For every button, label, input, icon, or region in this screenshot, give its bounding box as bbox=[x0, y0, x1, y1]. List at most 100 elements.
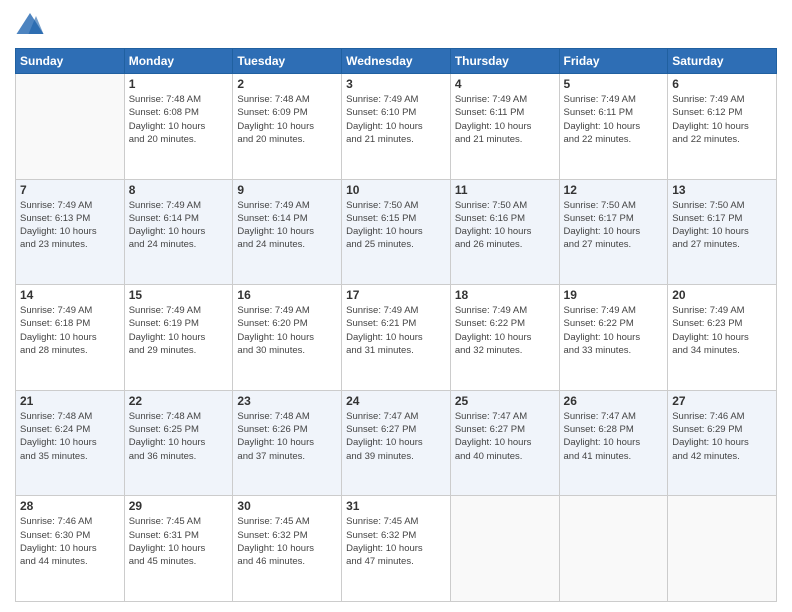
day-number: 25 bbox=[455, 394, 555, 408]
day-info: Sunrise: 7:49 AM Sunset: 6:21 PM Dayligh… bbox=[346, 304, 446, 357]
weekday-saturday: Saturday bbox=[668, 49, 777, 74]
calendar-cell: 14 Sunrise: 7:49 AM Sunset: 6:18 PM Dayli… bbox=[16, 285, 125, 391]
calendar-cell bbox=[559, 496, 668, 602]
weekday-friday: Friday bbox=[559, 49, 668, 74]
calendar-cell: 8Sunrise: 7:49 AM Sunset: 6:14 PM Daylig… bbox=[124, 179, 233, 285]
calendar-cell bbox=[16, 74, 125, 180]
day-info: Sunrise: 7:49 AM Sunset: 6:18 PM Dayligh… bbox=[20, 304, 120, 357]
calendar-week-row: 21 Sunrise: 7:48 AM Sunset: 6:24 PM Dayli… bbox=[16, 390, 777, 496]
calendar-cell: 18Sunrise: 7:49 AM Sunset: 6:22 PM Dayli… bbox=[450, 285, 559, 391]
calendar-cell bbox=[668, 496, 777, 602]
calendar-cell: 29 Sunrise: 7:45 AM Sunset: 6:31 PM Dayli… bbox=[124, 496, 233, 602]
calendar-cell bbox=[450, 496, 559, 602]
day-info: Sunrise: 7:48 AM Sunset: 6:25 PM Dayligh… bbox=[129, 410, 229, 463]
day-number: 20 bbox=[672, 288, 772, 302]
calendar-cell: 1 Sunrise: 7:48 AM Sunset: 6:08 PM Daylig… bbox=[124, 74, 233, 180]
day-info: Sunrise: 7:49 AM Sunset: 6:10 PM Dayligh… bbox=[346, 93, 446, 146]
day-info: Sunrise: 7:50 AM Sunset: 6:17 PM Dayligh… bbox=[672, 199, 772, 252]
calendar-cell: 30Sunrise: 7:45 AM Sunset: 6:32 PM Dayli… bbox=[233, 496, 342, 602]
calendar-cell: 16 Sunrise: 7:49 AM Sunset: 6:20 PM Dayli… bbox=[233, 285, 342, 391]
calendar-cell: 25 Sunrise: 7:47 AM Sunset: 6:27 PM Dayli… bbox=[450, 390, 559, 496]
day-number: 15 bbox=[129, 288, 229, 302]
page: SundayMondayTuesdayWednesdayThursdayFrid… bbox=[0, 0, 792, 612]
day-number: 16 bbox=[237, 288, 337, 302]
calendar-cell: 6 Sunrise: 7:49 AM Sunset: 6:12 PM Daylig… bbox=[668, 74, 777, 180]
day-info: Sunrise: 7:48 AM Sunset: 6:24 PM Dayligh… bbox=[20, 410, 120, 463]
calendar-cell: 10 Sunrise: 7:50 AM Sunset: 6:15 PM Dayli… bbox=[342, 179, 451, 285]
day-number: 22 bbox=[129, 394, 229, 408]
day-info: Sunrise: 7:49 AM Sunset: 6:19 PM Dayligh… bbox=[129, 304, 229, 357]
day-number: 11 bbox=[455, 183, 555, 197]
calendar-week-row: 28Sunrise: 7:46 AM Sunset: 6:30 PM Dayli… bbox=[16, 496, 777, 602]
day-info: Sunrise: 7:47 AM Sunset: 6:27 PM Dayligh… bbox=[346, 410, 446, 463]
calendar-table: SundayMondayTuesdayWednesdayThursdayFrid… bbox=[15, 48, 777, 602]
weekday-tuesday: Tuesday bbox=[233, 49, 342, 74]
logo bbox=[15, 10, 49, 40]
calendar-cell: 11 Sunrise: 7:50 AM Sunset: 6:16 PM Dayli… bbox=[450, 179, 559, 285]
calendar-cell: 21 Sunrise: 7:48 AM Sunset: 6:24 PM Dayli… bbox=[16, 390, 125, 496]
calendar-cell: 24 Sunrise: 7:47 AM Sunset: 6:27 PM Dayli… bbox=[342, 390, 451, 496]
day-info: Sunrise: 7:48 AM Sunset: 6:09 PM Dayligh… bbox=[237, 93, 337, 146]
day-info: Sunrise: 7:49 AM Sunset: 6:23 PM Dayligh… bbox=[672, 304, 772, 357]
day-number: 30 bbox=[237, 499, 337, 513]
day-number: 26 bbox=[564, 394, 664, 408]
day-number: 5 bbox=[564, 77, 664, 91]
day-info: Sunrise: 7:50 AM Sunset: 6:17 PM Dayligh… bbox=[564, 199, 664, 252]
day-number: 17 bbox=[346, 288, 446, 302]
calendar-cell: 3 Sunrise: 7:49 AM Sunset: 6:10 PM Daylig… bbox=[342, 74, 451, 180]
day-number: 10 bbox=[346, 183, 446, 197]
day-number: 2 bbox=[237, 77, 337, 91]
day-number: 6 bbox=[672, 77, 772, 91]
weekday-monday: Monday bbox=[124, 49, 233, 74]
day-info: Sunrise: 7:49 AM Sunset: 6:22 PM Dayligh… bbox=[564, 304, 664, 357]
day-number: 31 bbox=[346, 499, 446, 513]
day-number: 24 bbox=[346, 394, 446, 408]
day-number: 19 bbox=[564, 288, 664, 302]
day-number: 9 bbox=[237, 183, 337, 197]
day-number: 23 bbox=[237, 394, 337, 408]
calendar-cell: 28Sunrise: 7:46 AM Sunset: 6:30 PM Dayli… bbox=[16, 496, 125, 602]
day-info: Sunrise: 7:48 AM Sunset: 6:08 PM Dayligh… bbox=[129, 93, 229, 146]
weekday-header-row: SundayMondayTuesdayWednesdayThursdayFrid… bbox=[16, 49, 777, 74]
day-info: Sunrise: 7:50 AM Sunset: 6:16 PM Dayligh… bbox=[455, 199, 555, 252]
calendar-week-row: 7 Sunrise: 7:49 AM Sunset: 6:13 PM Daylig… bbox=[16, 179, 777, 285]
day-info: Sunrise: 7:49 AM Sunset: 6:13 PM Dayligh… bbox=[20, 199, 120, 252]
day-info: Sunrise: 7:50 AM Sunset: 6:15 PM Dayligh… bbox=[346, 199, 446, 252]
calendar-cell: 15 Sunrise: 7:49 AM Sunset: 6:19 PM Dayli… bbox=[124, 285, 233, 391]
day-info: Sunrise: 7:49 AM Sunset: 6:11 PM Dayligh… bbox=[455, 93, 555, 146]
day-number: 4 bbox=[455, 77, 555, 91]
calendar-cell: 20 Sunrise: 7:49 AM Sunset: 6:23 PM Dayli… bbox=[668, 285, 777, 391]
day-info: Sunrise: 7:49 AM Sunset: 6:12 PM Dayligh… bbox=[672, 93, 772, 146]
calendar-cell: 2 Sunrise: 7:48 AM Sunset: 6:09 PM Daylig… bbox=[233, 74, 342, 180]
calendar-cell: 13 Sunrise: 7:50 AM Sunset: 6:17 PM Dayli… bbox=[668, 179, 777, 285]
day-number: 12 bbox=[564, 183, 664, 197]
logo-icon bbox=[15, 10, 45, 40]
day-info: Sunrise: 7:49 AM Sunset: 6:14 PM Dayligh… bbox=[129, 199, 229, 252]
day-info: Sunrise: 7:49 AM Sunset: 6:11 PM Dayligh… bbox=[564, 93, 664, 146]
day-number: 3 bbox=[346, 77, 446, 91]
calendar-cell: 9 Sunrise: 7:49 AM Sunset: 6:14 PM Daylig… bbox=[233, 179, 342, 285]
day-info: Sunrise: 7:49 AM Sunset: 6:14 PM Dayligh… bbox=[237, 199, 337, 252]
day-number: 1 bbox=[129, 77, 229, 91]
weekday-wednesday: Wednesday bbox=[342, 49, 451, 74]
day-info: Sunrise: 7:49 AM Sunset: 6:20 PM Dayligh… bbox=[237, 304, 337, 357]
calendar-cell: 22 Sunrise: 7:48 AM Sunset: 6:25 PM Dayli… bbox=[124, 390, 233, 496]
day-info: Sunrise: 7:48 AM Sunset: 6:26 PM Dayligh… bbox=[237, 410, 337, 463]
calendar-week-row: 1 Sunrise: 7:48 AM Sunset: 6:08 PM Daylig… bbox=[16, 74, 777, 180]
day-number: 28 bbox=[20, 499, 120, 513]
calendar-week-row: 14 Sunrise: 7:49 AM Sunset: 6:18 PM Dayli… bbox=[16, 285, 777, 391]
day-info: Sunrise: 7:49 AM Sunset: 6:22 PM Dayligh… bbox=[455, 304, 555, 357]
day-number: 21 bbox=[20, 394, 120, 408]
calendar-cell: 12 Sunrise: 7:50 AM Sunset: 6:17 PM Dayli… bbox=[559, 179, 668, 285]
day-number: 29 bbox=[129, 499, 229, 513]
calendar-cell: 23 Sunrise: 7:48 AM Sunset: 6:26 PM Dayli… bbox=[233, 390, 342, 496]
day-number: 7 bbox=[20, 183, 120, 197]
day-info: Sunrise: 7:45 AM Sunset: 6:31 PM Dayligh… bbox=[129, 515, 229, 568]
day-info: Sunrise: 7:47 AM Sunset: 6:27 PM Dayligh… bbox=[455, 410, 555, 463]
calendar-cell: 27Sunrise: 7:46 AM Sunset: 6:29 PM Dayli… bbox=[668, 390, 777, 496]
calendar-cell: 26 Sunrise: 7:47 AM Sunset: 6:28 PM Dayli… bbox=[559, 390, 668, 496]
day-info: Sunrise: 7:47 AM Sunset: 6:28 PM Dayligh… bbox=[564, 410, 664, 463]
day-number: 14 bbox=[20, 288, 120, 302]
calendar-cell: 31Sunrise: 7:45 AM Sunset: 6:32 PM Dayli… bbox=[342, 496, 451, 602]
day-number: 13 bbox=[672, 183, 772, 197]
